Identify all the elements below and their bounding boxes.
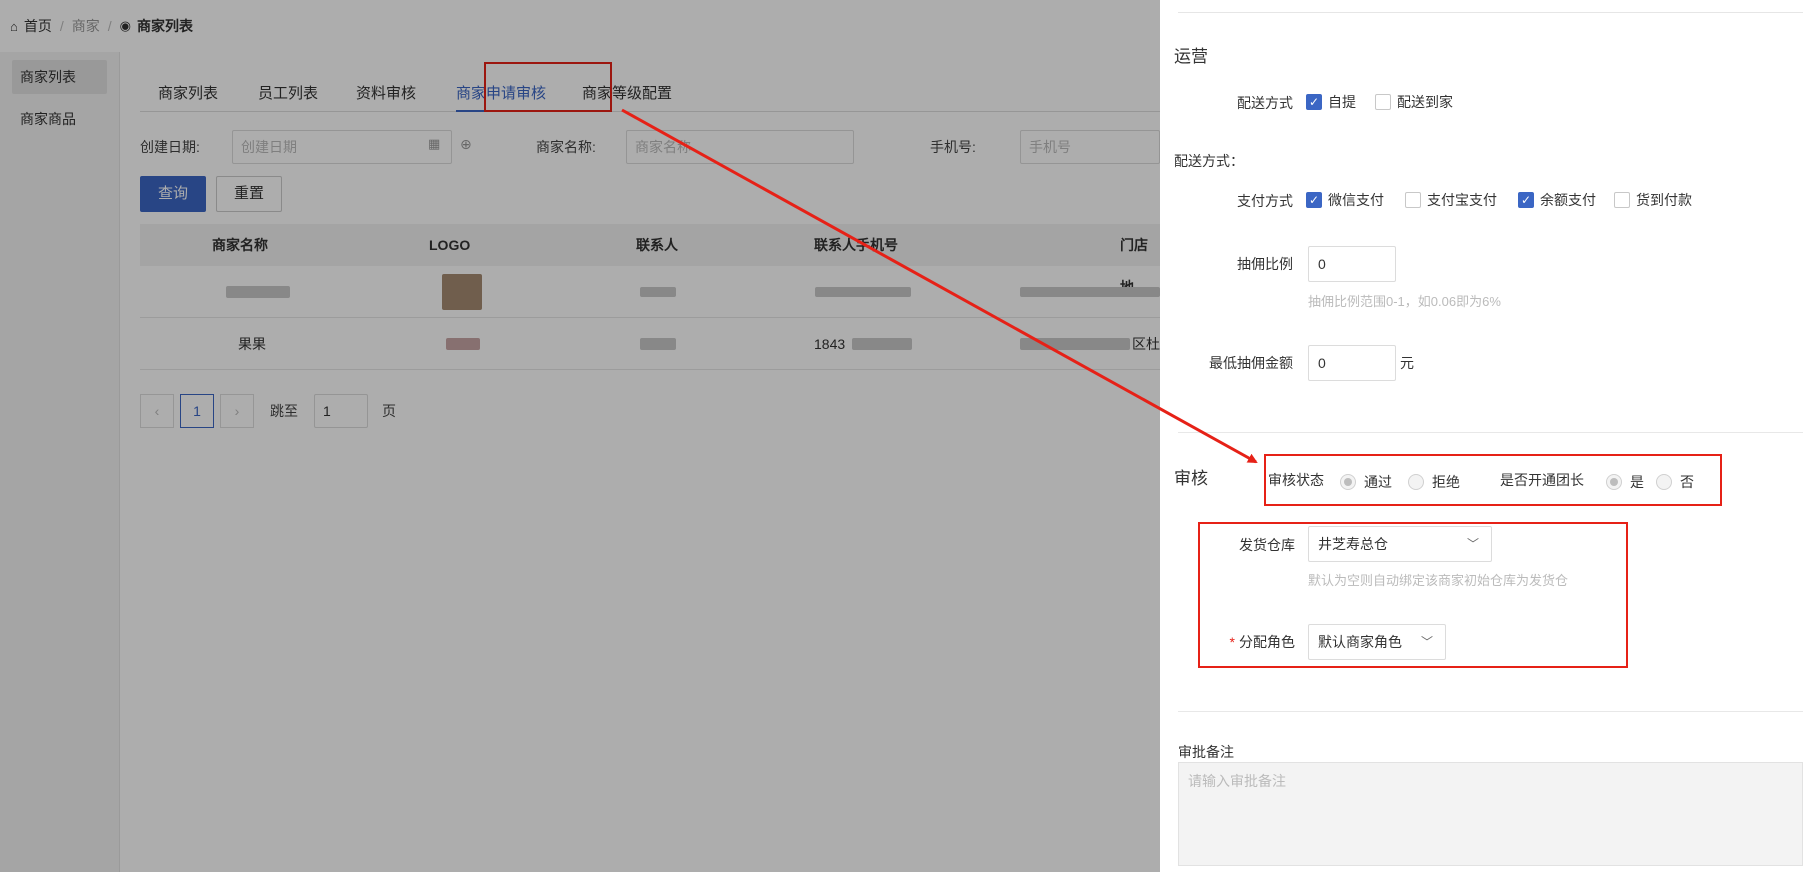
payment-option-balance[interactable]: ✓ 余额支付 bbox=[1518, 190, 1596, 210]
option-label: 微信支付 bbox=[1328, 192, 1384, 208]
checkbox-icon[interactable] bbox=[1375, 94, 1391, 110]
checkbox-checked-icon[interactable]: ✓ bbox=[1306, 94, 1322, 110]
page: ⌂ 首页 / 商家 / ◉ 商家列表 商家列表 商家商品 商家列表 员工列表 资… bbox=[0, 0, 1803, 872]
delivery-option-pickup[interactable]: ✓ 自提 bbox=[1306, 92, 1356, 112]
payment-option-wechat[interactable]: ✓ 微信支付 bbox=[1306, 190, 1384, 210]
highlight-box-review bbox=[1264, 454, 1722, 506]
checkbox-icon[interactable] bbox=[1405, 192, 1421, 208]
remark-label: 审批备注 bbox=[1178, 744, 1234, 760]
commission-rate-input[interactable]: 0 bbox=[1308, 246, 1396, 282]
option-label: 自提 bbox=[1328, 94, 1356, 110]
delivery-method-label: 配送方式 bbox=[1237, 95, 1293, 111]
section-title-review: 审核 bbox=[1174, 469, 1208, 488]
checkbox-icon[interactable] bbox=[1614, 192, 1630, 208]
min-commission-label: 最低抽佣金额 bbox=[1209, 355, 1293, 371]
remark-textarea[interactable]: 请输入审批备注 bbox=[1178, 762, 1803, 866]
highlight-box-assignment bbox=[1198, 522, 1628, 668]
divider bbox=[1178, 432, 1803, 433]
min-commission-input[interactable]: 0 bbox=[1308, 345, 1396, 381]
divider bbox=[1178, 12, 1803, 13]
modal-overlay[interactable] bbox=[0, 0, 1160, 872]
option-label: 配送到家 bbox=[1397, 94, 1453, 110]
min-commission-unit: 元 bbox=[1400, 355, 1414, 371]
payment-option-alipay[interactable]: 支付宝支付 bbox=[1405, 190, 1497, 210]
payment-option-cod[interactable]: 货到付款 bbox=[1614, 190, 1692, 210]
review-drawer: 运营 配送方式 ✓ 自提 配送到家 配送方式： 支付方式 ✓ 微信支付 支付宝支… bbox=[1160, 0, 1803, 872]
commission-rate-hint: 抽佣比例范围0-1，如0.06即为6% bbox=[1308, 294, 1501, 309]
option-label: 支付宝支付 bbox=[1427, 192, 1497, 208]
payment-method-label: 支付方式 bbox=[1237, 193, 1293, 209]
delivery-heading: 配送方式： bbox=[1174, 153, 1244, 169]
delivery-option-home[interactable]: 配送到家 bbox=[1375, 92, 1453, 112]
option-label: 货到付款 bbox=[1636, 192, 1692, 208]
checkbox-checked-icon[interactable]: ✓ bbox=[1306, 192, 1322, 208]
divider bbox=[1178, 711, 1803, 712]
section-title-operations: 运营 bbox=[1174, 47, 1208, 66]
checkbox-checked-icon[interactable]: ✓ bbox=[1518, 192, 1534, 208]
commission-rate-label: 抽佣比例 bbox=[1237, 256, 1293, 272]
option-label: 余额支付 bbox=[1540, 192, 1596, 208]
